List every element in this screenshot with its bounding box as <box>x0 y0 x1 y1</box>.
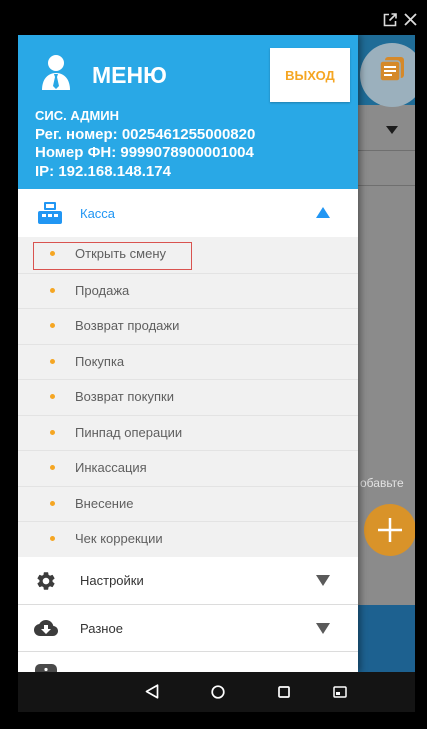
submenu-item-label: Покупка <box>75 353 125 369</box>
submenu-item-label: Инкассация <box>75 460 147 475</box>
background-list-button[interactable] <box>360 43 415 107</box>
bullet-icon <box>50 465 55 470</box>
reg-number: Рег. номер: 0025461255000820 <box>35 125 256 143</box>
submenu-item-purchase[interactable]: Покупка <box>18 343 358 380</box>
cloud-download-icon <box>34 616 58 640</box>
submenu-item-correction-receipt[interactable]: Чек коррекции <box>18 521 358 557</box>
bullet-icon <box>50 536 55 541</box>
submenu-item-pinpad-operations[interactable]: Пинпад операции <box>18 414 358 451</box>
submenu-item-sale-return[interactable]: Возврат продажи <box>18 308 358 344</box>
drawer-header: МЕНЮ ВЫХОД СИС. АДМИН Рег. номер: 002546… <box>18 35 358 189</box>
bullet-icon <box>50 500 55 506</box>
menu-section-label: Разное <box>80 620 123 636</box>
close-icon[interactable] <box>404 13 417 26</box>
screenshot-icon[interactable] <box>333 686 347 698</box>
submenu-item-label: Пинпад операции <box>75 424 183 440</box>
device-info: СИС. АДМИН Рег. номер: 0025461255000820 … <box>35 107 255 181</box>
menu-title: МЕНЮ <box>92 62 167 88</box>
submenu-item-label: Открыть смену <box>75 246 167 261</box>
back-icon[interactable] <box>145 684 159 699</box>
chevron-down-icon[interactable] <box>316 623 330 634</box>
recents-icon[interactable] <box>278 686 290 698</box>
fn-number: Номер ФН: 9999078900001004 <box>35 144 254 161</box>
navigation-bar <box>18 672 415 712</box>
user-icon <box>40 54 72 90</box>
submenu-item-label: Продажа <box>75 282 130 298</box>
background-divider <box>358 185 415 186</box>
bullet-icon <box>50 287 55 293</box>
chevron-up-icon[interactable] <box>316 207 330 218</box>
home-icon[interactable] <box>211 685 225 699</box>
submenu-item-label: Возврат покупки <box>75 389 174 404</box>
add-button[interactable] <box>364 504 415 556</box>
submenu-item-label: Чек коррекции <box>75 531 163 546</box>
cash-register-icon <box>37 201 63 225</box>
dropdown-arrow-icon[interactable] <box>386 126 398 134</box>
bullet-icon <box>50 251 55 256</box>
menu-section-misc[interactable]: Разное <box>18 605 358 652</box>
background-divider <box>358 150 415 151</box>
bullet-icon <box>50 429 55 435</box>
submenu-item-open-shift[interactable]: Открыть смену <box>18 237 358 273</box>
bullet-icon <box>50 394 55 399</box>
gear-icon <box>35 570 57 592</box>
submenu-item-label: Внесение <box>75 495 134 511</box>
list-icon <box>378 55 406 83</box>
menu-section-label: Настройки <box>80 573 144 588</box>
menu-section-partial[interactable] <box>18 652 358 672</box>
submenu-item-label: Возврат продажи <box>75 318 180 333</box>
device-screen: обавьте МЕНЮ ВЫХОД СИС. АДМИН Рег. номер… <box>18 35 415 672</box>
navigation-drawer: МЕНЮ ВЫХОД СИС. АДМИН Рег. номер: 002546… <box>18 35 358 672</box>
plus-icon <box>364 504 415 556</box>
menu-section-kassa[interactable]: Касса <box>18 189 358 237</box>
popout-icon[interactable] <box>383 13 397 27</box>
menu-section-label: Касса <box>80 205 116 221</box>
background-hint-text: обавьте <box>360 476 404 490</box>
ip-address: IP: 192.168.148.174 <box>35 162 171 180</box>
submenu-item-sale[interactable]: Продажа <box>18 272 358 309</box>
chevron-down-icon[interactable] <box>316 575 330 586</box>
user-name: СИС. АДМИН <box>35 108 120 123</box>
bullet-icon <box>50 358 55 364</box>
logout-button[interactable]: ВЫХОД <box>270 48 350 102</box>
bullet-icon <box>50 323 55 328</box>
menu-section-settings[interactable]: Настройки <box>18 557 358 605</box>
info-icon <box>35 664 57 672</box>
submenu-item-collection[interactable]: Инкассация <box>18 450 358 486</box>
submenu-item-cash-deposit[interactable]: Внесение <box>18 485 358 522</box>
kassa-submenu: Открыть смену Продажа Возврат продажи По… <box>18 237 358 557</box>
submenu-item-purchase-return[interactable]: Возврат покупки <box>18 379 358 415</box>
